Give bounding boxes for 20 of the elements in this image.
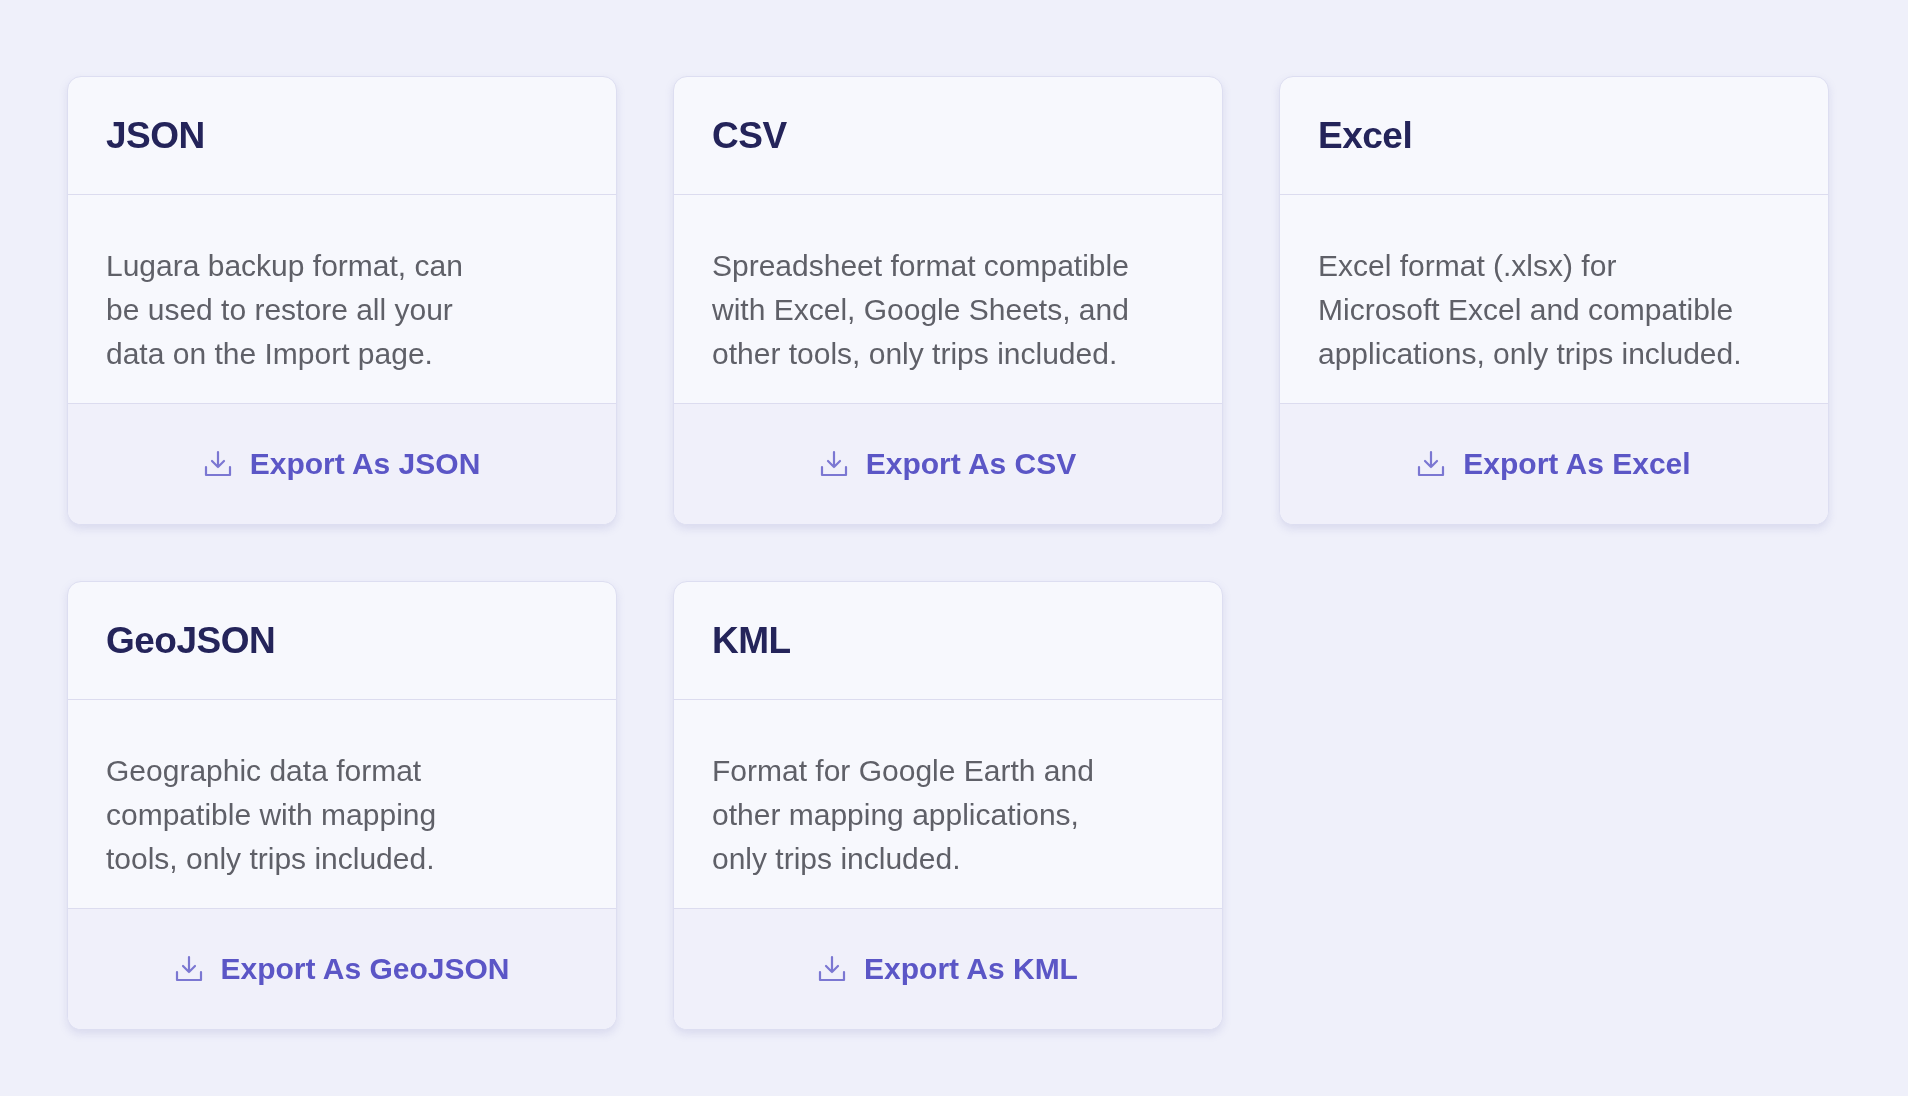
card-description: Geographic data format compatible with mapping tools, only trips included.	[106, 753, 438, 877]
export-button[interactable]: Export As KML	[674, 909, 1222, 1029]
card-title: JSON	[106, 114, 205, 157]
export-button[interactable]: Export As CSV	[674, 404, 1222, 524]
card-description: Excel format (.xlsx) for Microsoft Excel and compatible applications, only trips included.	[1318, 248, 1743, 372]
card-title: GeoJSON	[106, 619, 276, 662]
download-icon	[174, 955, 203, 983]
download-icon	[203, 450, 232, 478]
card-title: KML	[712, 619, 791, 662]
card-description: Format for Google Earth and other mapping applications, only trips included.	[712, 753, 1095, 877]
card-title: CSV	[712, 114, 787, 157]
card-description: Spreadsheet format compatible with Excel, Google Sheets, and other tools, only trips included.	[712, 248, 1130, 372]
card-title: Excel	[1318, 114, 1413, 157]
download-icon	[1417, 450, 1446, 478]
download-icon	[819, 450, 848, 478]
export-button[interactable]: Export As GeoJSON	[68, 909, 616, 1029]
export-button[interactable]: Export As Excel	[1280, 404, 1828, 524]
download-icon	[818, 955, 847, 983]
export-button[interactable]: Export As JSON	[68, 404, 616, 524]
card-description: Lugara backup format, can be used to restore all your data on the Import page.	[106, 248, 464, 372]
